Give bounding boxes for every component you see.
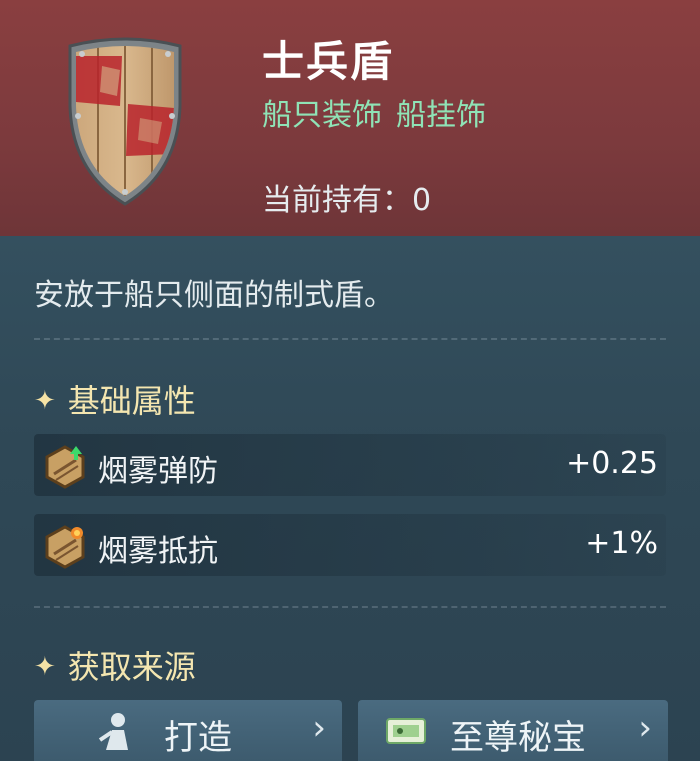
basic-attributes-heading: ✦ 基础属性 [34,376,196,422]
attribute-name: 烟雾抵抗 [98,534,218,569]
section-title: 获取来源 [67,648,196,686]
sparkle-icon: ✦ [34,386,56,416]
smoke-resist-icon [42,524,88,570]
item-title: 士兵盾 [262,37,395,86]
owned-value: 0 [412,183,432,218]
item-tag: 船挂饰 [396,98,486,133]
owned-count: 当前持有：0 [262,175,431,219]
divider [34,338,666,340]
chevron-right-icon: › [638,708,652,748]
attribute-row: 烟雾抵抗 +1% [34,514,666,576]
chevron-right-icon: › [312,708,326,748]
item-detail-panel: 士兵盾 船只装饰 船挂饰 当前持有：0 安放于船只侧面的制式盾。 ✦ 基础属性 烟雾… [0,0,700,761]
item-description: 安放于船只侧面的制式盾。 [34,278,394,313]
divider [34,606,666,608]
attribute-value: +0.25 [566,446,658,481]
soldier-shield-icon [62,36,188,206]
owned-label: 当前持有： [262,183,412,218]
craft-figure-icon [96,710,136,752]
attribute-name: 烟雾弹防 [98,454,218,489]
source-label: 至尊秘宝 [450,718,586,758]
source-treasure-button[interactable]: 至尊秘宝 › [358,700,668,761]
sparkle-icon: ✦ [34,652,56,682]
item-tags: 船只装饰 船挂饰 [262,90,500,134]
attribute-value: +1% [585,526,658,561]
smoke-defense-icon [42,444,88,490]
source-craft-button[interactable]: 打造 › [34,700,342,761]
item-tag: 船只装饰 [262,98,382,133]
source-heading: ✦ 获取来源 [34,642,196,688]
section-title: 基础属性 [67,382,196,420]
attribute-row: 烟雾弹防 +0.25 [34,434,666,496]
source-label: 打造 [164,718,232,758]
ticket-icon [386,718,426,744]
